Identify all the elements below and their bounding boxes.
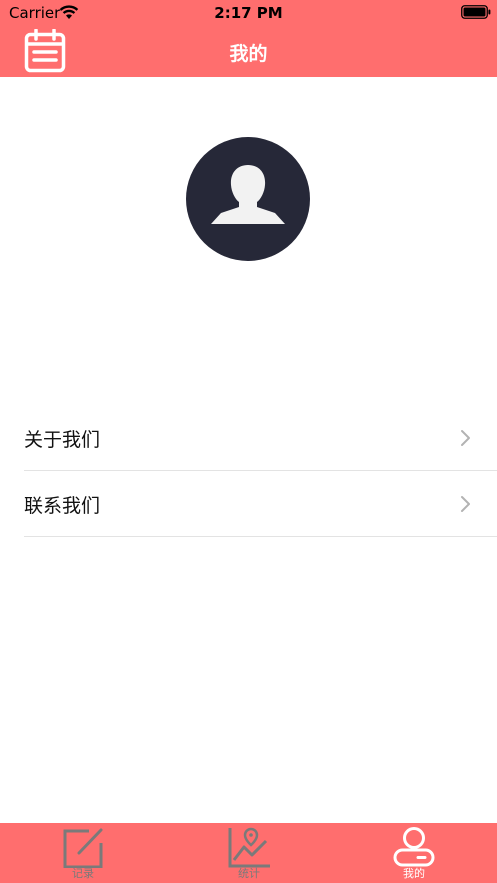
tab-label: 记录 <box>72 867 94 880</box>
edit-icon <box>63 828 103 868</box>
tab-label: 统计 <box>238 867 260 880</box>
menu-item-label: 联系我们 <box>24 495 101 517</box>
header: Carrier 2:17 PM 我的 <box>0 0 497 77</box>
status-bar: Carrier 2:17 PM <box>0 0 497 26</box>
avatar-silhouette-icon <box>211 165 285 224</box>
tab-stats[interactable]: 统计 <box>166 823 332 883</box>
chevron-right-icon <box>461 430 470 446</box>
chevron-right-icon <box>461 496 470 512</box>
tab-record[interactable]: 记录 <box>0 823 166 883</box>
menu-item-contact-us[interactable]: 联系我们 <box>24 471 497 537</box>
user-avatar-icon[interactable] <box>186 137 310 261</box>
status-time: 2:17 PM <box>214 4 283 22</box>
menu-item-about-us[interactable]: 关于我们 <box>24 405 497 471</box>
tab-label: 我的 <box>403 867 425 880</box>
chart-icon <box>228 827 270 868</box>
tab-mine[interactable]: 我的 <box>331 823 497 883</box>
battery-icon <box>461 5 491 19</box>
page-title: 我的 <box>229 43 268 65</box>
tab-bar: 记录 统计 我的 <box>0 823 497 883</box>
menu-item-label: 关于我们 <box>24 429 101 451</box>
user-icon <box>393 827 435 867</box>
